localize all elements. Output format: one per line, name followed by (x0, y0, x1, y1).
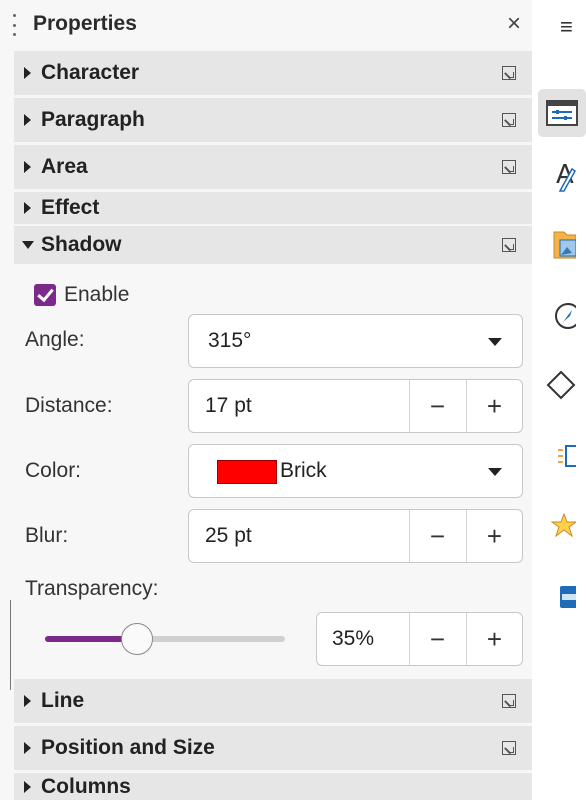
section-label: Position and Size (41, 736, 215, 759)
expand-triangle-icon (24, 202, 31, 214)
section-label: Paragraph (41, 108, 145, 131)
color-label: Color: (25, 459, 82, 482)
more-options-icon[interactable] (502, 66, 516, 80)
section-character[interactable]: Character (14, 51, 532, 95)
transparency-value: 35% (332, 627, 375, 650)
more-options-icon[interactable] (502, 160, 516, 174)
expand-triangle-icon (24, 695, 31, 707)
blur-decrease-button[interactable]: − (409, 510, 466, 562)
expand-triangle-icon (24, 161, 31, 173)
more-options-icon[interactable] (502, 238, 516, 252)
more-options-icon[interactable] (502, 741, 516, 755)
color-name: Brick (280, 459, 327, 482)
transparency-slider-thumb[interactable] (121, 623, 153, 655)
more-options-icon[interactable] (502, 694, 516, 708)
chevron-down-icon (488, 468, 502, 476)
transparency-slider[interactable] (45, 623, 285, 655)
section-effect[interactable]: Effect (14, 192, 532, 224)
section-label: Columns (41, 774, 131, 798)
expand-triangle-icon (24, 114, 31, 126)
distance-spinbox[interactable]: 17 pt − + (188, 379, 523, 433)
transparency-spinbox[interactable]: 35% − + (316, 612, 523, 666)
distance-value: 17 pt (205, 394, 252, 417)
panel-title: Properties (33, 12, 137, 35)
blur-value: 25 pt (205, 524, 252, 547)
blur-spinbox[interactable]: 25 pt − + (188, 509, 523, 563)
navigator-icon[interactable] (536, 296, 576, 336)
transparency-label: Transparency: (25, 577, 159, 600)
section-shadow[interactable]: Shadow (14, 226, 532, 264)
expand-triangle-icon (24, 742, 31, 754)
section-position-and-size[interactable]: Position and Size (14, 726, 532, 770)
styles-icon[interactable]: A (536, 155, 576, 195)
shapes-icon[interactable] (536, 364, 576, 404)
expand-triangle-icon (24, 67, 31, 79)
section-label: Character (41, 61, 140, 84)
sidebar-tab-rail: ≡ A (532, 0, 586, 800)
gallery-icon[interactable] (536, 222, 576, 262)
enable-shadow-label: Enable (64, 283, 130, 306)
blur-increase-button[interactable]: + (466, 510, 523, 562)
section-line[interactable]: Line (14, 679, 532, 723)
collapse-triangle-icon (22, 241, 34, 249)
section-label: Effect (41, 196, 100, 219)
transparency-increase-button[interactable]: + (466, 613, 523, 665)
angle-dropdown[interactable]: 315° (188, 314, 523, 368)
panel-edge-divider (10, 600, 11, 690)
more-options-icon[interactable] (502, 113, 516, 127)
distance-increase-button[interactable]: + (466, 380, 523, 432)
distance-decrease-button[interactable]: − (409, 380, 466, 432)
slide-transition-icon[interactable] (536, 506, 576, 546)
blur-label: Blur: (25, 524, 69, 547)
enable-shadow-checkbox[interactable] (34, 284, 56, 306)
section-area[interactable]: Area (14, 145, 532, 189)
transparency-slider-fill (45, 636, 129, 642)
properties-panel: Properties × Character Paragraph Area Ef… (0, 0, 532, 800)
panel-titlebar: Properties × (0, 0, 532, 50)
section-label: Shadow (41, 233, 122, 256)
close-icon[interactable]: × (500, 9, 528, 39)
color-dropdown[interactable]: Brick (188, 444, 523, 498)
section-columns[interactable]: Columns (14, 773, 532, 800)
expand-triangle-icon (24, 780, 31, 793)
angle-label: Angle: (25, 328, 85, 351)
chevron-down-icon (488, 338, 502, 346)
drag-grip-icon[interactable] (13, 14, 17, 36)
transparency-decrease-button[interactable]: − (409, 613, 466, 665)
angle-value: 315° (208, 329, 252, 352)
sidebar-menu-icon[interactable]: ≡ (560, 14, 573, 40)
distance-label: Distance: (25, 394, 113, 417)
properties-icon[interactable] (538, 89, 586, 137)
master-slides-icon[interactable] (536, 576, 576, 616)
section-label: Line (41, 689, 85, 712)
section-label: Area (41, 155, 88, 178)
animation-icon[interactable] (536, 436, 576, 476)
color-swatch (217, 460, 277, 484)
section-paragraph[interactable]: Paragraph (14, 98, 532, 142)
